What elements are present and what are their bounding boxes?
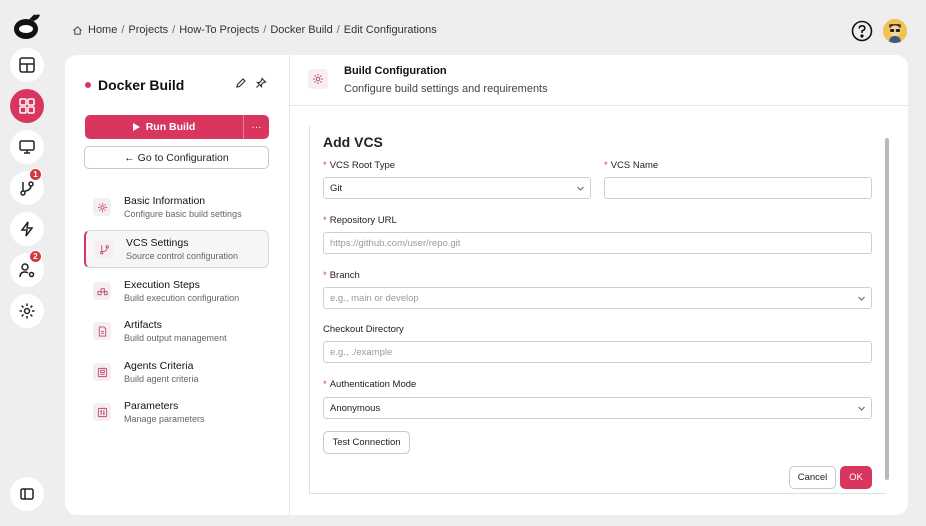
vcs-root-type-label: * VCS Root Type <box>323 160 396 171</box>
go-to-configuration-button[interactable]: ← Go to Configuration <box>84 146 269 169</box>
add-vcs-form: Add VCS * VCS Root Type Git * VCS Name * Re… <box>309 126 886 494</box>
user-settings-icon <box>19 263 35 278</box>
breadcrumb-home[interactable]: Home <box>88 24 117 36</box>
chevron-down-icon <box>858 296 865 301</box>
rail-dashboard-button[interactable] <box>10 48 44 82</box>
nav-artifacts[interactable]: Artifacts Build output management <box>84 312 269 350</box>
config-sidebar: Docker Build Run Build ··· ← Go to Confi… <box>65 55 289 515</box>
branch-icon <box>99 244 109 254</box>
file-icon <box>98 325 106 337</box>
panel-header: Build Configuration Configure build sett… <box>290 55 909 106</box>
authentication-mode-select[interactable]: Anonymous <box>323 397 872 419</box>
rail-actions-button[interactable] <box>10 212 44 246</box>
form-scrollbar[interactable] <box>885 138 889 480</box>
nav-subtitle: Source control configuration <box>126 251 239 261</box>
panel-title: Build Configuration <box>344 65 447 77</box>
help-icon[interactable] <box>851 20 873 42</box>
nav-title: Execution Steps <box>124 279 200 291</box>
home-icon[interactable] <box>72 25 83 36</box>
branch-label: * Branch <box>323 270 360 281</box>
vcs-badge: 1 <box>29 168 42 181</box>
vcs-name-label: * VCS Name <box>604 160 659 171</box>
repository-url-label: * Repository URL <box>323 215 397 226</box>
run-build-more-button[interactable]: ··· <box>244 115 269 139</box>
play-icon <box>132 123 140 131</box>
chevron-down-icon <box>577 186 584 191</box>
left-rail: 1 2 <box>0 0 54 526</box>
status-dot <box>85 82 91 88</box>
layout-icon <box>19 57 35 73</box>
checkout-directory-label: Checkout Directory <box>323 324 404 335</box>
nav-title: Artifacts <box>124 319 162 331</box>
rail-settings-button[interactable] <box>10 294 44 328</box>
breadcrumb-current: Edit Configurations <box>343 24 437 36</box>
checkout-directory-input[interactable]: e.g., ./example <box>323 341 872 363</box>
breadcrumb-docker-build[interactable]: Docker Build <box>270 24 332 36</box>
git-branch-icon <box>20 181 34 196</box>
authentication-mode-label: * Authentication Mode <box>323 379 417 390</box>
sidebar-toggle-icon <box>20 488 34 500</box>
lightning-icon <box>20 221 34 237</box>
rail-projects-button[interactable] <box>10 89 44 123</box>
edit-icon[interactable] <box>235 77 247 89</box>
rail-agents-button[interactable]: 2 <box>10 250 44 287</box>
nav-agents-criteria[interactable]: Agents Criteria Build agent criteria <box>84 353 269 391</box>
form-title: Add VCS <box>323 134 383 150</box>
rail-collapse-button[interactable] <box>10 477 44 511</box>
nav-title: VCS Settings <box>126 237 189 249</box>
agent-icon <box>97 367 107 377</box>
project-name: Docker Build <box>98 77 185 93</box>
gear-icon <box>313 74 323 84</box>
nav-subtitle: Manage parameters <box>124 414 205 424</box>
nav-vcs-settings[interactable]: VCS Settings Source control configuratio… <box>84 230 269 268</box>
chevron-down-icon <box>858 406 865 411</box>
nav-subtitle: Build execution configuration <box>124 293 240 303</box>
rail-vcs-button[interactable]: 1 <box>10 168 44 205</box>
test-connection-button[interactable]: Test Connection <box>323 431 410 454</box>
run-build-button[interactable]: Run Build ··· <box>85 115 269 139</box>
gear-icon <box>97 202 107 212</box>
grid-icon <box>19 98 35 114</box>
run-build-main[interactable]: Run Build <box>85 115 244 139</box>
nav-subtitle: Build output management <box>124 333 227 343</box>
nav-execution-steps[interactable]: Execution Steps Build execution configur… <box>84 272 269 310</box>
nav-subtitle: Build agent criteria <box>124 374 199 384</box>
ok-button[interactable]: OK <box>840 466 872 489</box>
cancel-button[interactable]: Cancel <box>789 466 836 489</box>
vcs-root-type-select[interactable]: Git <box>323 177 591 199</box>
config-main-panel: Build Configuration Configure build sett… <box>289 55 909 515</box>
breadcrumb: Home / Projects / How-To Projects / Dock… <box>72 24 437 36</box>
branch-select[interactable]: e.g., main or develop <box>323 287 872 309</box>
breadcrumb-projects[interactable]: Projects <box>128 24 168 36</box>
nav-title: Agents Criteria <box>124 360 194 372</box>
steps-icon <box>96 287 108 295</box>
nav-title: Parameters <box>124 400 179 412</box>
monitor-icon <box>19 140 35 154</box>
panel-subtitle: Configure build settings and requirement… <box>344 83 548 95</box>
avatar[interactable] <box>883 19 907 43</box>
gear-icon <box>19 303 35 319</box>
nav-subtitle: Configure basic build settings <box>124 209 242 219</box>
nav-parameters[interactable]: Parameters Manage parameters <box>84 393 269 431</box>
sliders-icon <box>97 407 107 417</box>
nav-title: Basic Information <box>124 195 206 207</box>
rail-monitor-button[interactable] <box>10 130 44 164</box>
avatar-face-icon <box>883 19 907 43</box>
project-title: Docker Build <box>85 77 184 93</box>
pin-icon[interactable] <box>255 77 267 89</box>
repository-url-input[interactable]: https://github.com/user/repo.git <box>323 232 872 254</box>
breadcrumb-howto-projects[interactable]: How-To Projects <box>179 24 259 36</box>
agents-badge: 2 <box>29 250 42 263</box>
app-logo-icon[interactable] <box>11 10 43 42</box>
nav-basic-information[interactable]: Basic Information Configure basic build … <box>84 188 269 226</box>
vcs-name-input[interactable] <box>604 177 872 199</box>
